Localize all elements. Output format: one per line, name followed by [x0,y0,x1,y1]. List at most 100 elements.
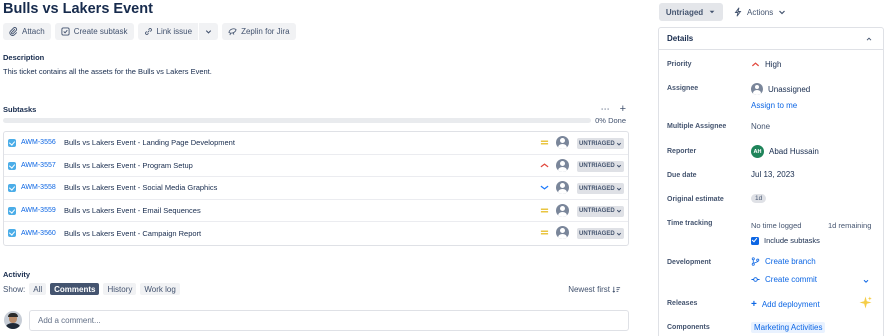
original-estimate-field[interactable]: 1d [751,194,767,203]
activity-filters: Show: All Comments History Work log [3,283,180,295]
time-logged[interactable]: No time logged [751,221,801,230]
create-branch-link[interactable]: Create branch [751,257,816,266]
chevron-down-icon [709,10,715,14]
reporter-field[interactable]: AH Abad Hussain [751,145,819,158]
status-dropdown[interactable]: Untriaged [659,3,723,21]
assignee-avatar[interactable] [556,203,569,217]
subtask-type-icon [8,139,16,147]
time-remaining[interactable]: 1d remaining [828,221,871,230]
chevron-down-icon [616,232,621,236]
sparkle-icon[interactable] [859,296,872,309]
subtask-key[interactable]: AWM-3559 [21,207,56,214]
multiple-assignee-value[interactable]: None [751,122,770,131]
add-comment-input[interactable]: Add a comment... [29,310,629,331]
subtask-row[interactable]: AWM-3557 Bulls vs Lakers Event - Program … [4,155,628,178]
add-deployment-label: Add deployment [761,300,820,309]
filter-comments[interactable]: Comments [50,283,100,295]
subtask-key[interactable]: AWM-3560 [21,230,56,237]
subtask-status-label: UNTRIAGED [579,208,615,215]
subtask-status-label: UNTRIAGED [579,185,615,192]
link-issue-label: Link issue [156,27,193,36]
filter-all[interactable]: All [29,283,47,295]
subtask-status-dropdown[interactable]: UNTRIAGED [577,205,624,217]
unassigned-avatar [751,83,763,95]
chevron-down-icon[interactable] [862,277,870,285]
issue-main: Bulls vs Lakers Event Attach Create subt… [3,0,629,336]
subtask-row[interactable]: AWM-3560 Bulls vs Lakers Event - Campaign… [4,222,628,245]
create-subtask-label: Create subtask [73,27,128,36]
subtask-row[interactable]: AWM-3556 Bulls vs Lakers Event - Landing … [4,132,628,155]
subtask-status-dropdown[interactable]: UNTRIAGED [577,183,624,195]
subtask-row[interactable]: AWM-3559 Bulls vs Lakers Event - Email Se… [4,200,628,223]
description-text[interactable]: This ticket contains all the assets for … [3,67,212,76]
link-issue-button[interactable]: Link issue [137,23,199,40]
issue-title[interactable]: Bulls vs Lakers Event [3,1,153,17]
create-commit-link[interactable]: Create commit [751,275,817,284]
subtask-status-label: UNTRIAGED [579,230,615,237]
components-label: Components [667,324,710,331]
issue-toolbar: Attach Create subtask Link issue Zeplin … [3,23,296,40]
priority-value: High [765,60,782,69]
subtask-row[interactable]: AWM-3558 Bulls vs Lakers Event - Social M… [4,177,628,200]
components-field[interactable]: Marketing Activities [751,322,826,333]
subtask-type-icon [8,206,16,215]
assignee-avatar[interactable] [556,158,569,172]
attach-button[interactable]: Attach [3,23,51,40]
assignee-avatar[interactable] [556,136,569,149]
sort-label: Newest first [568,285,610,294]
subtasks-heading: Subtasks [3,105,37,114]
priority-field[interactable]: High [751,60,781,69]
sort-newest-first[interactable]: Newest first [568,285,621,294]
subtask-icon [61,27,70,36]
subtask-status-dropdown[interactable]: UNTRIAGED [577,160,624,172]
subtask-key[interactable]: AWM-3558 [21,184,56,191]
subtask-summary[interactable]: Bulls vs Lakers Event - Email Sequences [64,206,201,215]
more-link-options-button[interactable] [199,23,219,40]
subtask-status-label: UNTRIAGED [579,140,615,147]
sort-icon [612,286,621,293]
assign-to-me-link[interactable]: Assign to me [751,101,797,110]
time-tracking-label: Time tracking [667,220,713,227]
assignee-avatar[interactable] [556,181,569,195]
actions-menu[interactable]: Actions [733,3,787,21]
zeplin-icon [228,28,237,36]
details-header[interactable]: Details [659,28,883,50]
chevron-down-icon [779,10,786,15]
include-subtasks-checkbox[interactable]: Include subtasks [751,236,820,245]
priority-medium-icon [540,140,549,145]
component-tag[interactable]: Marketing Activities [751,322,826,333]
zeplin-label: Zeplin for Jira [241,27,290,36]
assignee-field[interactable]: Unassigned [751,83,810,95]
due-date-value[interactable]: Jul 13, 2023 [751,170,795,179]
subtask-status-dropdown[interactable]: UNTRIAGED [577,138,624,149]
filter-work-log[interactable]: Work log [140,283,180,295]
zeplin-button[interactable]: Zeplin for Jira [222,23,296,40]
subtask-list: AWM-3556 Bulls vs Lakers Event - Landing … [3,131,629,246]
create-subtask-button[interactable]: Create subtask [54,23,134,40]
subtask-key[interactable]: AWM-3556 [21,139,56,146]
assignee-avatar[interactable] [556,226,569,240]
chevron-down-icon [205,30,212,34]
activity-heading: Activity [3,270,31,279]
reporter-value: Abad Hussain [769,147,819,156]
chevron-down-icon [616,164,621,168]
details-panel: Details Priority High Assignee Unassigne… [658,27,884,336]
subtask-summary[interactable]: Bulls vs Lakers Event - Program Setup [64,161,193,170]
branch-icon [751,257,760,266]
subtask-summary[interactable]: Bulls vs Lakers Event - Landing Page Dev… [64,138,235,147]
original-estimate-value: 1d [751,194,767,203]
subtask-type-icon [8,184,16,193]
add-deployment-link[interactable]: + Add deployment [751,299,820,310]
subtask-status-dropdown[interactable]: UNTRIAGED [577,228,624,240]
priority-medium-icon [540,208,549,213]
chevron-down-icon [616,142,621,146]
filter-history[interactable]: History [103,283,137,295]
status-label: Untriaged [665,7,704,17]
subtask-summary[interactable]: Bulls vs Lakers Event - Social Media Gra… [64,183,217,192]
more-icon[interactable]: ⋯ [601,104,610,115]
description-heading: Description [3,53,45,62]
subtask-key[interactable]: AWM-3557 [21,162,56,169]
commit-icon [751,277,760,282]
add-subtask-icon[interactable]: + [620,103,626,115]
subtask-summary[interactable]: Bulls vs Lakers Event - Campaign Report [64,229,201,238]
